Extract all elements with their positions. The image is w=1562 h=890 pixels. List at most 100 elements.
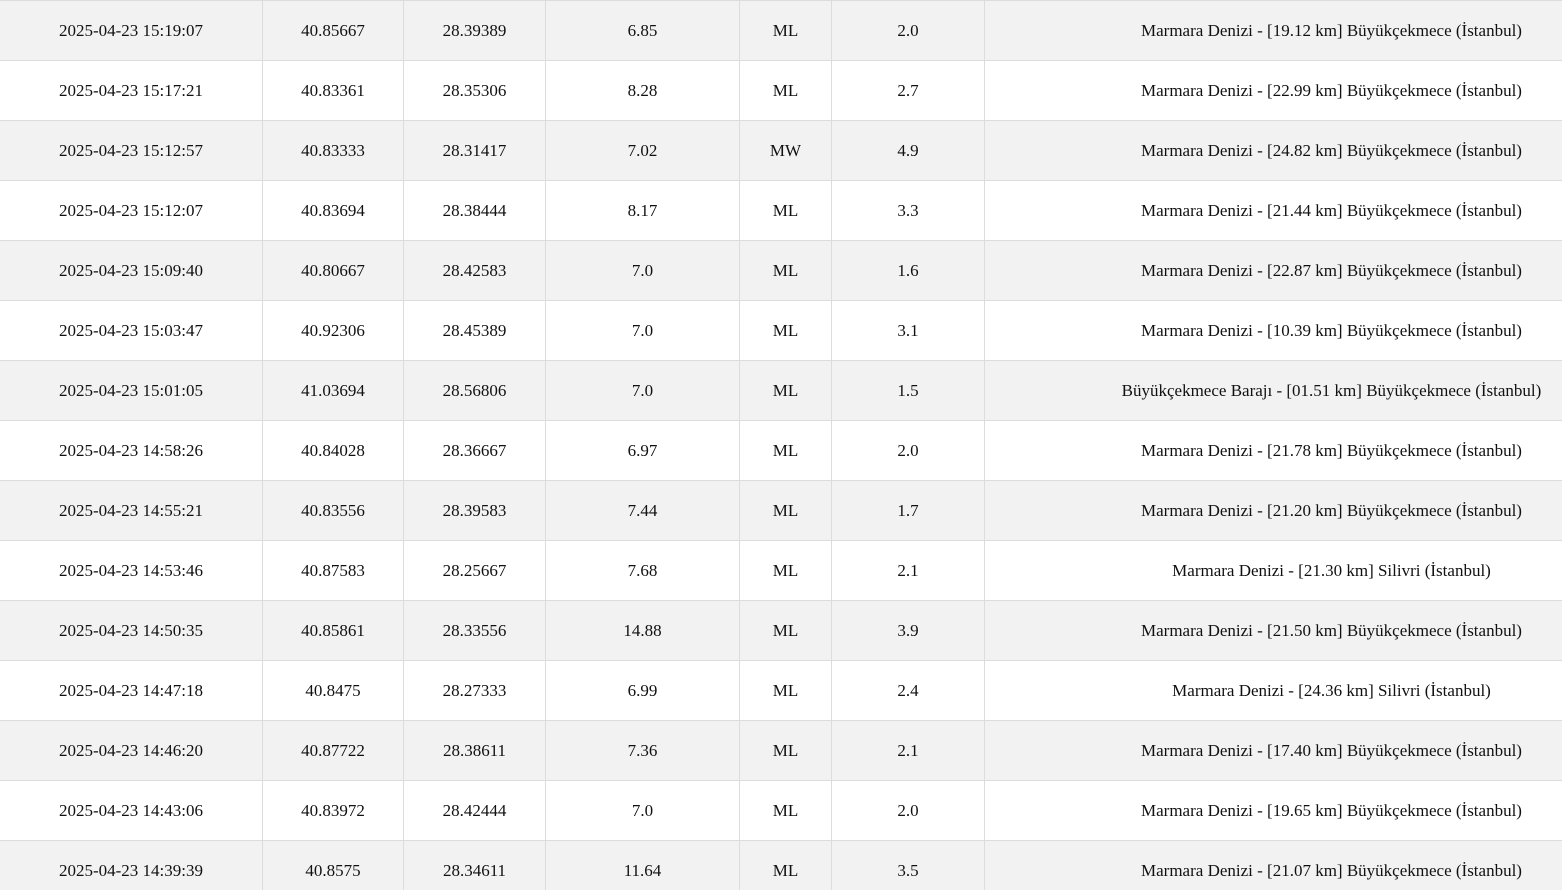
cell-magnitude: 2.1: [832, 721, 985, 780]
table-row: 2025-04-23 15:17:21 40.83361 28.35306 8.28 M…: [0, 61, 1562, 121]
cell-location: Büyükçekmece Barajı - [01.51 km] Büyükçe…: [1121, 380, 1542, 400]
table-row: 2025-04-23 14:50:35 40.85861 28.33556 14.88…: [0, 601, 1562, 661]
table-row: 2025-04-23 14:39:39 40.8575 28.34611 11.64 M…: [0, 841, 1562, 890]
cell-latitude: 40.87722: [263, 721, 404, 780]
cell-depth: 8.28: [546, 61, 740, 120]
cell-magnitude: 2.0: [832, 421, 985, 480]
cell-depth: 14.88: [546, 601, 740, 660]
cell-magnitude: 2.0: [832, 1, 985, 60]
table-row: 2025-04-23 15:12:07 40.83694 28.38444 8.17 M…: [0, 181, 1562, 241]
table-row: 2025-04-23 15:19:07 40.85667 28.39389 6.85 M…: [0, 1, 1562, 61]
cell-magnitude: 2.0: [832, 781, 985, 840]
cell-datetime: 2025-04-23 15:12:57: [0, 121, 263, 180]
cell-location: Marmara Denizi - [19.12 km] Büyükçekmece…: [1141, 20, 1522, 40]
cell-location: Marmara Denizi - [22.87 km] Büyükçekmece…: [1141, 260, 1522, 280]
cell-magnitude-type: ML: [740, 481, 832, 540]
cell-depth: 6.85: [546, 1, 740, 60]
cell-magnitude: 1.5: [832, 361, 985, 420]
cell-latitude: 40.83361: [263, 61, 404, 120]
cell-magnitude-type: MW: [740, 121, 832, 180]
cell-longitude: 28.38444: [404, 181, 546, 240]
cell-depth: 6.99: [546, 661, 740, 720]
table-row: 2025-04-23 14:53:46 40.87583 28.25667 7.68 M…: [0, 541, 1562, 601]
cell-depth: 8.17: [546, 181, 740, 240]
cell-datetime: 2025-04-23 14:50:35: [0, 601, 263, 660]
cell-magnitude: 1.6: [832, 241, 985, 300]
cell-latitude: 40.83333: [263, 121, 404, 180]
cell-magnitude: 3.9: [832, 601, 985, 660]
cell-location: Marmara Denizi - [24.82 km] Büyükçekmece…: [1141, 140, 1522, 160]
cell-magnitude-type: ML: [740, 61, 832, 120]
cell-magnitude-type: ML: [740, 541, 832, 600]
cell-longitude: 28.42444: [404, 781, 546, 840]
cell-depth: 7.02: [546, 121, 740, 180]
table-row: 2025-04-23 15:12:57 40.83333 28.31417 7.02 M…: [0, 121, 1562, 181]
cell-depth: 7.68: [546, 541, 740, 600]
cell-magnitude: 3.5: [832, 841, 985, 890]
cell-latitude: 40.92306: [263, 301, 404, 360]
cell-datetime: 2025-04-23 14:55:21: [0, 481, 263, 540]
cell-location: Marmara Denizi - [21.50 km] Büyükçekmece…: [1141, 620, 1522, 640]
cell-latitude: 41.03694: [263, 361, 404, 420]
cell-latitude: 40.85667: [263, 1, 404, 60]
cell-datetime: 2025-04-23 14:43:06: [0, 781, 263, 840]
cell-depth: 11.64: [546, 841, 740, 890]
cell-longitude: 28.56806: [404, 361, 546, 420]
cell-magnitude-type: ML: [740, 361, 832, 420]
earthquake-table: 2025-04-23 15:19:07 40.85667 28.39389 6.85 M…: [0, 0, 1562, 890]
cell-datetime: 2025-04-23 15:01:05: [0, 361, 263, 420]
cell-longitude: 28.45389: [404, 301, 546, 360]
cell-magnitude: 3.3: [832, 181, 985, 240]
cell-longitude: 28.34611: [404, 841, 546, 890]
cell-datetime: 2025-04-23 14:58:26: [0, 421, 263, 480]
cell-longitude: 28.33556: [404, 601, 546, 660]
cell-latitude: 40.83556: [263, 481, 404, 540]
cell-magnitude: 2.4: [832, 661, 985, 720]
cell-longitude: 28.25667: [404, 541, 546, 600]
cell-depth: 7.0: [546, 361, 740, 420]
cell-magnitude: 4.9: [832, 121, 985, 180]
cell-magnitude-type: ML: [740, 1, 832, 60]
cell-magnitude-type: ML: [740, 841, 832, 890]
cell-latitude: 40.84028: [263, 421, 404, 480]
cell-depth: 7.44: [546, 481, 740, 540]
cell-latitude: 40.87583: [263, 541, 404, 600]
cell-datetime: 2025-04-23 14:46:20: [0, 721, 263, 780]
cell-latitude: 40.83694: [263, 181, 404, 240]
cell-depth: 7.0: [546, 781, 740, 840]
cell-location: Marmara Denizi - [21.07 km] Büyükçekmece…: [1141, 860, 1522, 880]
table-row: 2025-04-23 14:58:26 40.84028 28.36667 6.97 M…: [0, 421, 1562, 481]
cell-longitude: 28.39583: [404, 481, 546, 540]
cell-longitude: 28.31417: [404, 121, 546, 180]
table-row: 2025-04-23 15:03:47 40.92306 28.45389 7.0 ML…: [0, 301, 1562, 361]
cell-location: Marmara Denizi - [21.78 km] Büyükçekmece…: [1141, 440, 1522, 460]
cell-longitude: 28.42583: [404, 241, 546, 300]
cell-magnitude: 2.1: [832, 541, 985, 600]
cell-latitude: 40.8475: [263, 661, 404, 720]
cell-magnitude-type: ML: [740, 661, 832, 720]
cell-magnitude: 3.1: [832, 301, 985, 360]
cell-depth: 6.97: [546, 421, 740, 480]
cell-magnitude-type: ML: [740, 241, 832, 300]
cell-location: Marmara Denizi - [22.99 km] Büyükçekmece…: [1141, 80, 1522, 100]
cell-datetime: 2025-04-23 14:47:18: [0, 661, 263, 720]
cell-magnitude-type: ML: [740, 181, 832, 240]
cell-latitude: 40.80667: [263, 241, 404, 300]
cell-latitude: 40.85861: [263, 601, 404, 660]
cell-location: Marmara Denizi - [24.36 km] Silivri (İst…: [1172, 680, 1491, 700]
cell-longitude: 28.38611: [404, 721, 546, 780]
cell-magnitude-type: ML: [740, 421, 832, 480]
cell-magnitude-type: ML: [740, 721, 832, 780]
cell-location: Marmara Denizi - [10.39 km] Büyükçekmece…: [1141, 320, 1522, 340]
table-row: 2025-04-23 15:01:05 41.03694 28.56806 7.0 ML…: [0, 361, 1562, 421]
cell-magnitude: 2.7: [832, 61, 985, 120]
cell-location: Marmara Denizi - [21.44 km] Büyükçekmece…: [1141, 200, 1522, 220]
cell-magnitude-type: ML: [740, 301, 832, 360]
cell-location: Marmara Denizi - [21.20 km] Büyükçekmece…: [1141, 500, 1522, 520]
cell-datetime: 2025-04-23 15:09:40: [0, 241, 263, 300]
cell-depth: 7.0: [546, 301, 740, 360]
cell-longitude: 28.36667: [404, 421, 546, 480]
cell-datetime: 2025-04-23 15:17:21: [0, 61, 263, 120]
cell-magnitude-type: ML: [740, 601, 832, 660]
cell-magnitude: 1.7: [832, 481, 985, 540]
